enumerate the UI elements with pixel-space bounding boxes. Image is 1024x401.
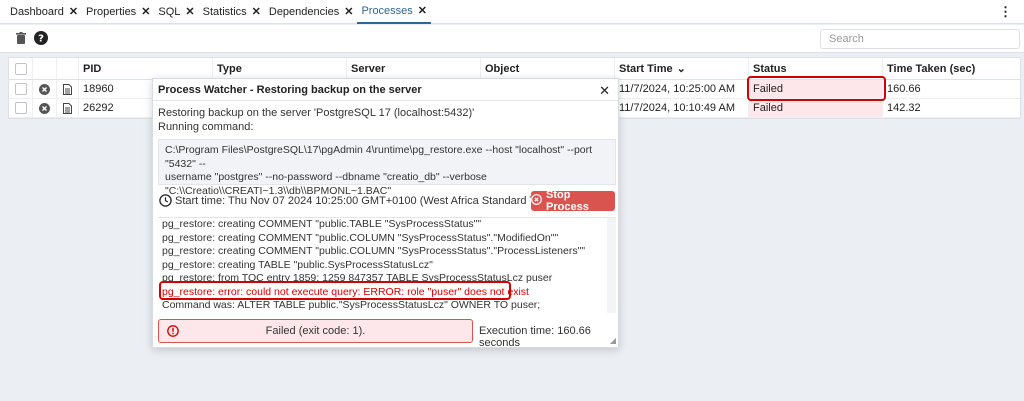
search-input[interactable]: Search bbox=[820, 29, 1020, 49]
log-line: pg_restore: creating COMMENT "public.COL… bbox=[162, 245, 586, 257]
dialog-title: Process Watcher - Restoring backup on th… bbox=[153, 79, 618, 101]
close-icon[interactable]: ✕ bbox=[418, 4, 427, 17]
command-line: username "postgres" --no-password --dbna… bbox=[165, 171, 487, 183]
header-time-taken[interactable]: Time Taken (sec) bbox=[883, 58, 1020, 79]
log-line: Command was: ALTER TABLE public."SysProc… bbox=[162, 299, 541, 311]
resize-handle-icon[interactable]: ◢ bbox=[610, 336, 616, 345]
header-spacer bbox=[57, 58, 79, 79]
log-line: pg_restore: creating COMMENT "public.COL… bbox=[162, 231, 559, 244]
close-icon[interactable]: ✕ bbox=[185, 5, 194, 18]
tab-bar: Dashboard ✕ Properties ✕ SQL ✕ Statistics ✕ … bbox=[0, 0, 1024, 24]
row-checkbox[interactable] bbox=[9, 80, 33, 98]
cancel-icon[interactable] bbox=[33, 99, 57, 117]
stop-circle-icon bbox=[531, 194, 542, 208]
tab-label: Processes bbox=[361, 4, 413, 17]
tab-processes[interactable]: Processes ✕ bbox=[357, 0, 432, 24]
trash-icon[interactable] bbox=[12, 29, 30, 47]
stop-process-button[interactable]: Stop Process bbox=[531, 189, 615, 213]
tab-dashboard[interactable]: Dashboard ✕ bbox=[6, 0, 82, 24]
time-taken-cell: 142.32 bbox=[887, 102, 921, 114]
running-command-label: Running command: bbox=[158, 121, 254, 133]
header-start-time-label: Start Time bbox=[619, 62, 673, 75]
clock-icon bbox=[159, 194, 172, 210]
close-icon[interactable]: ✕ bbox=[599, 83, 610, 99]
row-checkbox[interactable] bbox=[9, 99, 33, 117]
execution-time: Execution time: 160.66 seconds bbox=[479, 325, 591, 349]
status-cell: Failed bbox=[749, 99, 883, 117]
dialog-description: Restoring backup on the server 'PostgreS… bbox=[158, 107, 475, 119]
log-file-icon[interactable] bbox=[57, 99, 79, 117]
cancel-icon[interactable] bbox=[33, 80, 57, 98]
log-line: pg_restore: creating TABLE "public.SysPr… bbox=[162, 258, 433, 271]
time-taken-cell: 160.66 bbox=[887, 83, 921, 95]
fail-message: Failed (exit code: 1). bbox=[265, 325, 366, 337]
stop-process-label: Stop Process bbox=[546, 189, 589, 213]
header-type[interactable]: Type bbox=[213, 58, 347, 79]
error-highlight bbox=[159, 281, 511, 300]
tab-label: Dependencies bbox=[268, 5, 340, 18]
start-time-cell: 11/7/2024, 10:25:00 AM bbox=[615, 80, 749, 98]
close-icon[interactable]: ✕ bbox=[141, 5, 150, 18]
tab-label: Dashboard bbox=[10, 5, 64, 18]
status-highlight bbox=[747, 76, 886, 101]
process-watcher-dialog: Process Watcher - Restoring backup on th… bbox=[152, 78, 619, 349]
command-line: C:\Program Files\PostgreSQL\17\pgAdmin 4… bbox=[165, 144, 593, 170]
tab-statistics[interactable]: Statistics ✕ bbox=[199, 0, 265, 24]
header-pid[interactable]: PID bbox=[79, 58, 213, 79]
header-spacer bbox=[33, 58, 57, 79]
header-server[interactable]: Server bbox=[347, 58, 481, 79]
toolbar: ? Search bbox=[0, 25, 1024, 53]
header-object[interactable]: Object bbox=[481, 58, 615, 79]
failed-status-box: Failed (exit code: 1). bbox=[158, 319, 473, 343]
tab-dependencies[interactable]: Dependencies ✕ bbox=[265, 0, 358, 24]
tab-label: SQL bbox=[158, 5, 181, 18]
log-scrollbar[interactable] bbox=[607, 218, 616, 313]
close-icon[interactable]: ✕ bbox=[344, 5, 353, 18]
select-all-checkbox[interactable] bbox=[9, 58, 33, 79]
start-time-cell: 11/7/2024, 10:10:49 AM bbox=[615, 99, 749, 117]
more-options-icon[interactable]: ⋮ bbox=[999, 4, 1012, 20]
header-start-time[interactable]: Start Time ⌄ bbox=[615, 58, 749, 79]
log-file-icon[interactable] bbox=[57, 80, 79, 98]
svg-text:?: ? bbox=[38, 34, 44, 45]
tab-label: Statistics bbox=[202, 5, 247, 18]
tab-label: Properties bbox=[86, 5, 137, 18]
close-icon[interactable]: ✕ bbox=[69, 5, 78, 18]
start-time-text: Start time: Thu Nov 07 2024 10:25:00 GMT… bbox=[175, 195, 558, 207]
close-icon[interactable]: ✕ bbox=[252, 5, 261, 18]
tab-sql[interactable]: SQL ✕ bbox=[154, 0, 198, 24]
help-icon[interactable]: ? bbox=[32, 29, 50, 47]
tab-properties[interactable]: Properties ✕ bbox=[82, 0, 154, 24]
log-line: pg_restore: creating COMMENT "public.TAB… bbox=[162, 218, 482, 230]
chevron-down-icon: ⌄ bbox=[676, 63, 686, 75]
command-box: C:\Program Files\PostgreSQL\17\pgAdmin 4… bbox=[158, 139, 616, 197]
